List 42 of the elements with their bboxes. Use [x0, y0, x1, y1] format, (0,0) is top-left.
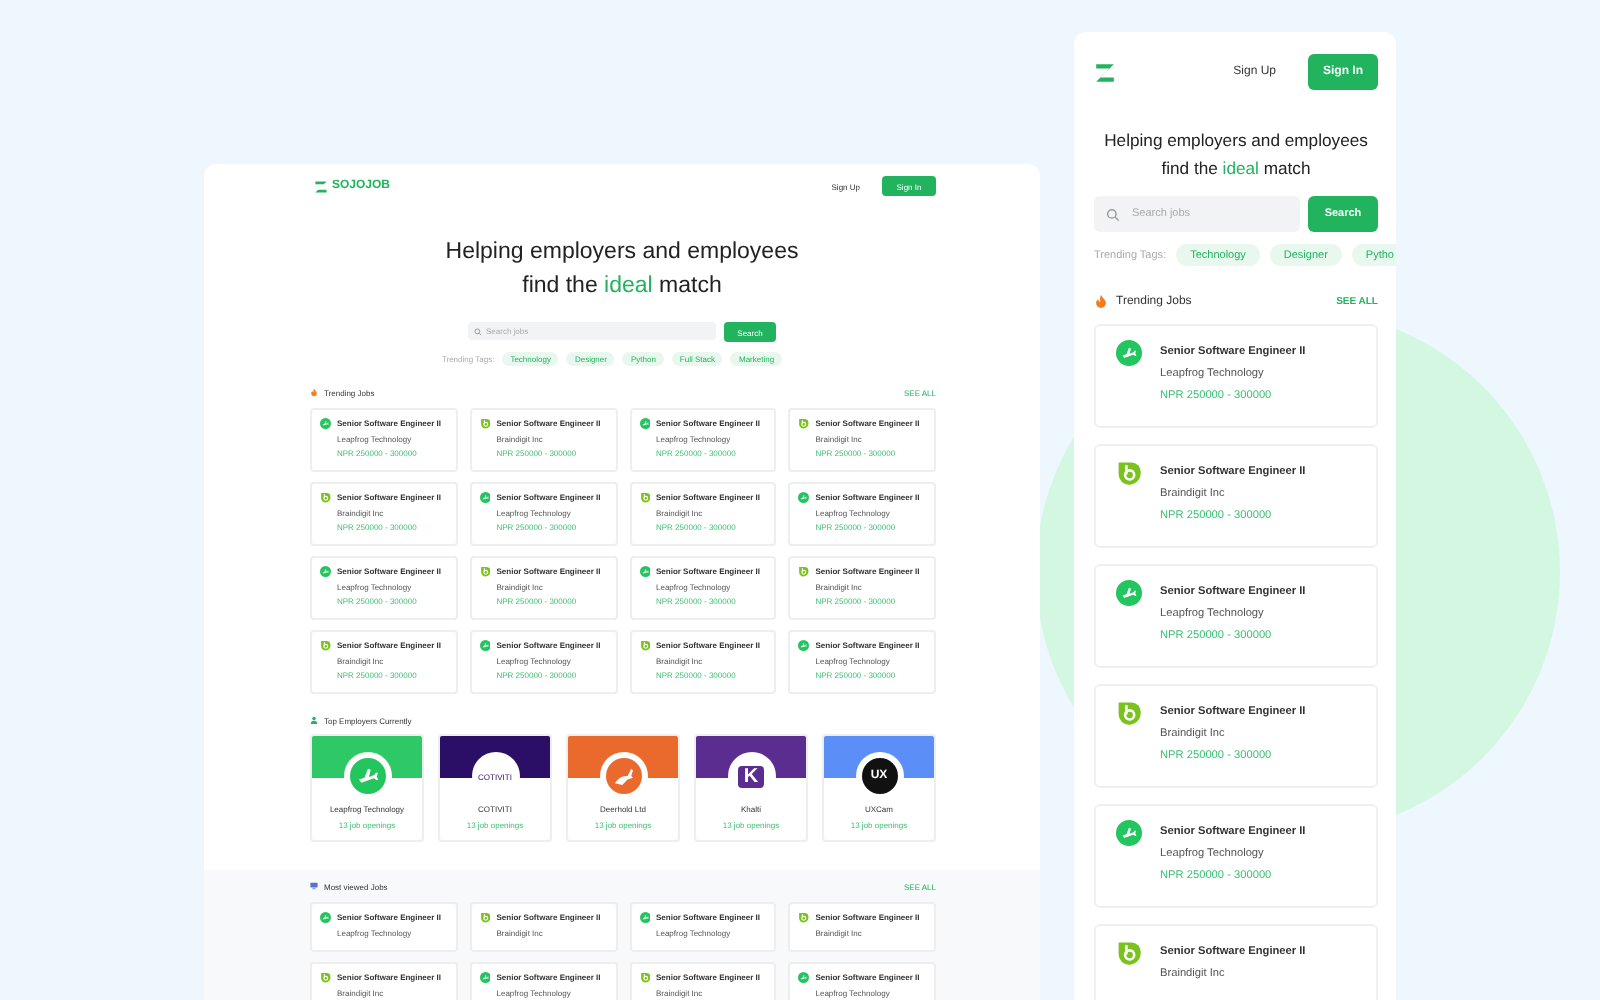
- flame-icon: [1094, 294, 1108, 308]
- leaf-logo-icon: [1116, 700, 1142, 726]
- plane-logo-icon: [320, 418, 331, 429]
- leaf-logo-icon: [639, 640, 650, 651]
- logo-icon: [1094, 61, 1116, 83]
- plane-logo-icon: [479, 640, 491, 651]
- plane-logo-icon: [798, 972, 810, 983]
- leaf-logo-icon: [639, 972, 650, 983]
- person-icon: [310, 716, 318, 724]
- plane-logo-icon: [1116, 580, 1142, 606]
- search-icon: [474, 327, 482, 335]
- headline: Helping employers and employees find the ideal match: [1102, 128, 1370, 182]
- leaf-logo-icon: [479, 566, 491, 577]
- monitor-icon: [310, 882, 318, 890]
- plane-logo-icon: [320, 566, 331, 577]
- leaf-logo-icon: [320, 640, 331, 651]
- leaf-logo-icon: [798, 566, 810, 577]
- company-logo: K: [737, 765, 765, 787]
- plane-logo-icon: [639, 566, 650, 577]
- leaf-logo-icon: [479, 418, 491, 429]
- logo-icon: [314, 179, 328, 193]
- plane-logo-icon: [1116, 340, 1142, 366]
- plane-logo-icon: [479, 492, 491, 503]
- plane-logo-icon: [798, 492, 810, 503]
- search-icon: [1106, 207, 1120, 221]
- plane-logo-icon: [1116, 820, 1142, 846]
- leaf-logo-icon: [639, 492, 650, 503]
- flame-icon: [310, 388, 318, 396]
- plane-logo-icon: [349, 758, 385, 794]
- headline: Helping employers and employees find the ideal match: [443, 238, 801, 302]
- plane-logo-icon: [320, 912, 331, 923]
- plane-logo-icon: [798, 640, 810, 651]
- leaf-logo-icon: [320, 492, 331, 503]
- leaf-logo-icon: [320, 972, 331, 983]
- leaf-logo-icon: [798, 418, 810, 429]
- plane-logo-icon: [639, 418, 650, 429]
- leaf-logo-icon: [1116, 940, 1142, 966]
- plane-logo-icon: [479, 972, 491, 983]
- leaf-logo-icon: [1116, 460, 1142, 486]
- plane-logo-icon: [639, 912, 650, 923]
- leaf-logo-icon: [479, 912, 491, 923]
- leaf-logo-icon: [798, 912, 810, 923]
